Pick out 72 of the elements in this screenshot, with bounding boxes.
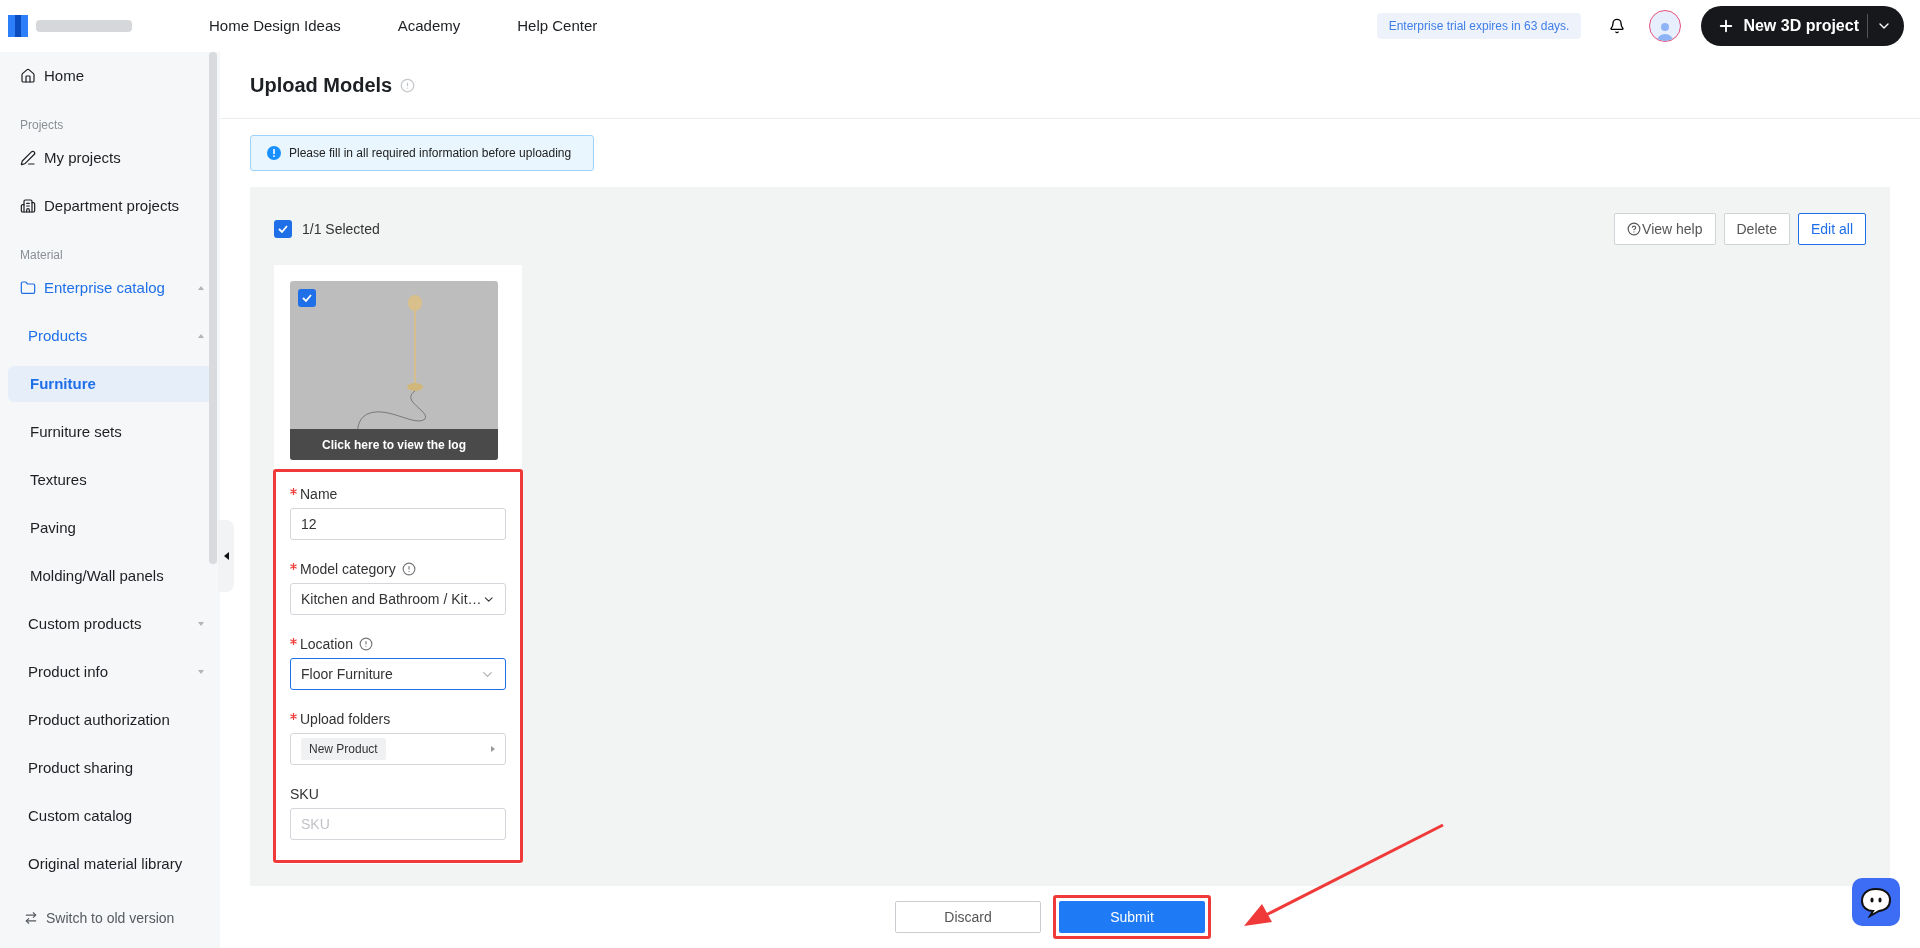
select-all-checkbox[interactable] bbox=[274, 220, 292, 238]
delete-button[interactable]: Delete bbox=[1723, 213, 1790, 245]
pen-icon bbox=[20, 150, 36, 166]
required-asterisk-icon bbox=[290, 562, 297, 570]
chat-button[interactable] bbox=[1852, 878, 1900, 926]
page-title: Upload Models bbox=[250, 73, 393, 98]
select-field[interactable]: Kitchen and Bathroom / Kit… bbox=[290, 583, 506, 615]
nav-link[interactable]: Academy bbox=[397, 14, 461, 38]
info-icon bbox=[358, 637, 373, 651]
sidebar-item[interactable]: Original material library bbox=[0, 840, 220, 888]
caret-left-icon bbox=[223, 552, 229, 560]
sidebar-item[interactable]: Furniture bbox=[8, 366, 212, 402]
field-label: SKU bbox=[290, 784, 319, 804]
section-label: Material bbox=[19, 247, 64, 264]
sidebar-item[interactable]: Department projects bbox=[0, 182, 220, 230]
caret-icon bbox=[198, 334, 204, 338]
selection-count: 1/1 Selected bbox=[302, 219, 380, 239]
caret-icon bbox=[198, 286, 204, 290]
bell-icon bbox=[1609, 18, 1626, 34]
sidebar-item[interactable]: Custom catalog bbox=[0, 792, 220, 840]
discard-button[interactable]: Discard bbox=[895, 901, 1041, 933]
new-project-button[interactable]: New 3D project bbox=[1701, 6, 1904, 46]
avatar[interactable] bbox=[1649, 10, 1682, 42]
nav-link[interactable]: Home Design Ideas bbox=[209, 14, 341, 38]
home-icon bbox=[20, 68, 36, 84]
folder-tag: New Product bbox=[301, 738, 386, 760]
sidebar-item[interactable]: Furniture sets bbox=[8, 414, 212, 450]
field-label: Model category bbox=[300, 559, 396, 579]
caret-icon bbox=[491, 746, 495, 752]
field-label: Upload folders bbox=[300, 709, 391, 729]
select-field[interactable]: Floor Furniture bbox=[290, 658, 506, 690]
section-label: Projects bbox=[19, 117, 65, 134]
sidebar-item[interactable]: Product authorization bbox=[0, 696, 220, 744]
check-icon bbox=[301, 292, 313, 304]
required-asterisk-icon bbox=[290, 487, 297, 495]
swap-icon bbox=[24, 911, 38, 925]
sidebar-item[interactable]: Custom products bbox=[0, 600, 220, 648]
info-icon bbox=[267, 146, 281, 160]
sidebar-item[interactable]: Paving bbox=[8, 510, 212, 546]
field-label: Name bbox=[300, 484, 338, 504]
text-field[interactable]: 12 bbox=[290, 508, 506, 540]
caret-icon bbox=[198, 622, 204, 626]
trial-notice: Enterprise trial expires in 63 days. bbox=[1376, 13, 1582, 39]
switch-version-button[interactable]: Switch to old version bbox=[0, 888, 220, 948]
help-icon bbox=[1627, 222, 1642, 236]
view-help-button[interactable]: View help bbox=[1614, 213, 1716, 245]
info-icon bbox=[400, 77, 416, 93]
sidebar-item[interactable]: Molding/Wall panels bbox=[8, 558, 212, 594]
required-asterisk-icon bbox=[290, 637, 297, 645]
speech-bubble-icon bbox=[1859, 886, 1893, 918]
sidebar-item[interactable]: Enterprise catalog bbox=[0, 264, 220, 312]
nav-link[interactable]: Help Center bbox=[517, 14, 598, 38]
folder-field[interactable]: New Product bbox=[290, 733, 506, 765]
sidebar-item[interactable]: Products bbox=[0, 312, 220, 360]
check-icon bbox=[277, 223, 289, 235]
sidebar-item[interactable]: Product info bbox=[0, 648, 220, 696]
info-icon bbox=[401, 562, 416, 576]
field-label: Location bbox=[300, 634, 353, 654]
sidebar-item[interactable]: Textures bbox=[8, 462, 212, 498]
edit-all-button[interactable]: Edit all bbox=[1797, 213, 1866, 245]
model-checkbox[interactable] bbox=[298, 289, 316, 307]
caret-icon bbox=[198, 670, 204, 674]
alert-text: Please fill in all required information before uploading bbox=[289, 145, 572, 162]
submit-button[interactable]: Submit bbox=[1059, 901, 1205, 933]
view-log-button[interactable]: Click here to view the log bbox=[290, 429, 498, 460]
sidebar-item[interactable]: My projects bbox=[0, 134, 220, 182]
folder-icon bbox=[20, 280, 36, 296]
sidebar-item[interactable]: Home bbox=[0, 52, 220, 100]
sidebar-item[interactable]: Product sharing bbox=[0, 744, 220, 792]
building-icon bbox=[20, 198, 36, 214]
required-asterisk-icon bbox=[290, 712, 297, 720]
text-field[interactable]: SKU bbox=[290, 808, 506, 840]
